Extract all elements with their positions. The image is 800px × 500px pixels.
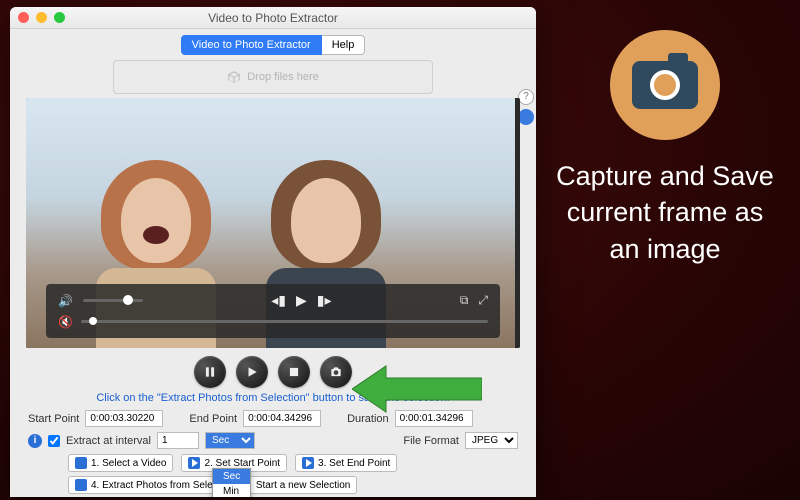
- volume-icon[interactable]: 🔊: [58, 294, 73, 308]
- video-scrollbar[interactable]: [515, 98, 520, 348]
- end-point-label: End Point: [189, 413, 237, 425]
- fullscreen-icon[interactable]: ⤢: [478, 293, 488, 308]
- extract-interval-checkbox[interactable]: [48, 435, 60, 447]
- play-icon: [188, 457, 200, 469]
- window-title: Video to Photo Extractor: [10, 11, 536, 25]
- dropzone-label: Drop files here: [247, 71, 319, 83]
- step-new-selection[interactable]: Start a new Selection: [249, 476, 358, 494]
- tab-main[interactable]: Video to Photo Extractor: [181, 35, 322, 55]
- promo-camera-icon: [610, 30, 720, 140]
- grid-button[interactable]: [518, 109, 534, 125]
- play-icon: [302, 457, 314, 469]
- interval-unit-dropdown[interactable]: Sec Min: [212, 468, 251, 497]
- start-point-value[interactable]: 0:00:03.30220: [85, 410, 163, 427]
- callout-arrow: [352, 362, 482, 421]
- box-icon: [227, 70, 241, 84]
- unit-option-min[interactable]: Min: [213, 484, 250, 497]
- minimize-icon[interactable]: [36, 12, 47, 23]
- steps-row-1: 1. Select a Video 2. Set Start Point 3. …: [68, 454, 518, 472]
- folder-icon: [75, 457, 87, 469]
- toolbar: Video to Photo Extractor Help: [10, 29, 536, 57]
- end-point-value[interactable]: 0:00:04.34296: [243, 410, 321, 427]
- titlebar: Video to Photo Extractor: [10, 7, 536, 29]
- play-button[interactable]: ▶: [296, 292, 307, 309]
- maximize-icon[interactable]: [54, 12, 65, 23]
- unit-option-sec[interactable]: Sec: [213, 469, 250, 484]
- file-format-label: File Format: [403, 435, 459, 447]
- capture-frame-button[interactable]: [320, 356, 352, 388]
- extract-interval-label: Extract at interval: [66, 435, 151, 447]
- play-big-button[interactable]: [236, 356, 268, 388]
- step-back-button[interactable]: ◂▮: [271, 292, 286, 309]
- file-format-select[interactable]: JPEG: [465, 432, 518, 449]
- steps-row-2: 4. Extract Photos from Selection Start a…: [68, 476, 518, 494]
- step-set-end[interactable]: 3. Set End Point: [295, 454, 397, 472]
- tab-help[interactable]: Help: [322, 35, 366, 55]
- fields-panel: Start Point 0:00:03.30220 End Point 0:00…: [10, 410, 536, 494]
- pip-icon[interactable]: ⧉: [460, 293, 469, 308]
- mute-icon[interactable]: 🔇: [58, 315, 73, 329]
- info-icon[interactable]: i: [28, 434, 42, 448]
- start-point-label: Start Point: [28, 413, 79, 425]
- step-forward-button[interactable]: ▮▸: [317, 292, 332, 309]
- extract-interval-input[interactable]: [157, 432, 199, 449]
- step-select-video[interactable]: 1. Select a Video: [68, 454, 173, 472]
- help-button[interactable]: ?: [518, 89, 534, 105]
- promo-panel: Capture and Save current frame as an ima…: [550, 30, 780, 267]
- timeline-slider[interactable]: [81, 320, 488, 323]
- app-window: Video to Photo Extractor Video to Photo …: [10, 7, 536, 497]
- dropzone[interactable]: Drop files here: [113, 60, 433, 94]
- interval-unit-select[interactable]: Sec: [205, 432, 255, 449]
- video-preview: 🔊 ◂▮ ▶ ▮▸ ⧉ ⤢ 🔇: [26, 98, 520, 348]
- promo-text: Capture and Save current frame as an ima…: [550, 158, 780, 267]
- video-player-controls: 🔊 ◂▮ ▶ ▮▸ ⧉ ⤢ 🔇: [46, 284, 500, 338]
- close-icon[interactable]: [18, 12, 29, 23]
- volume-slider[interactable]: [83, 299, 143, 302]
- save-icon: [75, 479, 87, 491]
- window-controls: [18, 12, 65, 23]
- pause-button[interactable]: [194, 356, 226, 388]
- stop-button[interactable]: [278, 356, 310, 388]
